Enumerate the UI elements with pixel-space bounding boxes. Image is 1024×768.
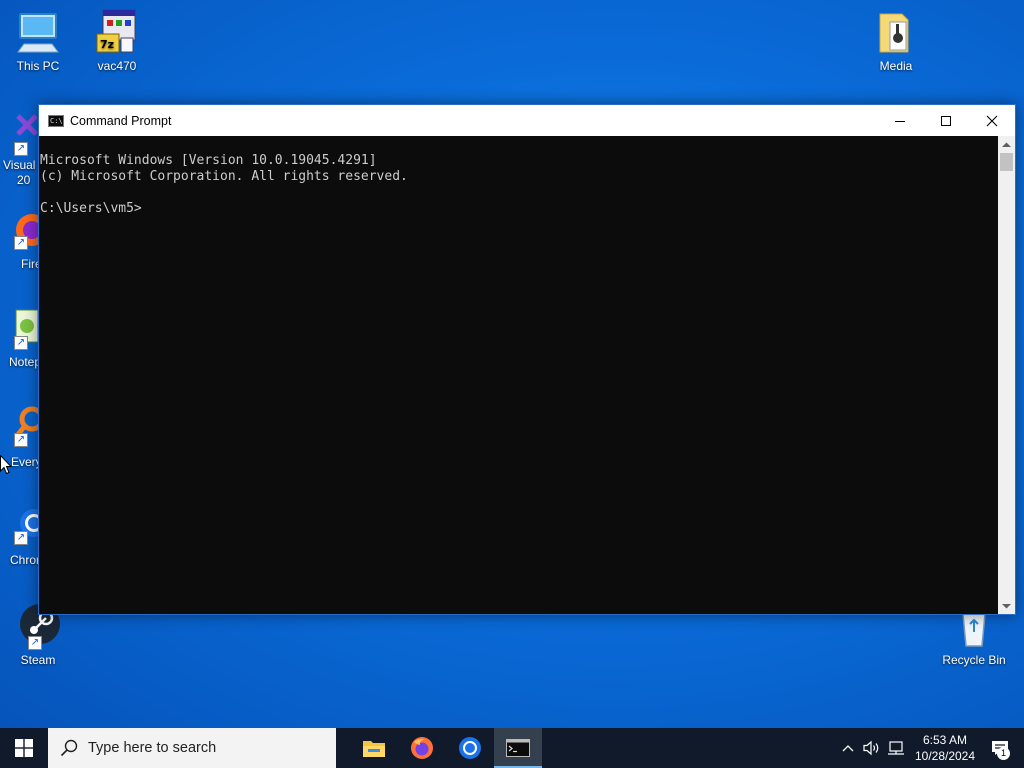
speaker-icon <box>863 740 879 756</box>
start-button[interactable] <box>0 728 48 768</box>
desktop-icon-label: Visual <box>3 158 36 172</box>
taskbar-app-chrome[interactable] <box>446 728 494 768</box>
minimize-button[interactable] <box>877 105 923 136</box>
visual-studio-icon: ↗ <box>10 108 40 156</box>
firefox-icon <box>411 737 433 759</box>
search-placeholder: Type here to search <box>88 740 217 756</box>
shortcut-arrow-icon: ↗ <box>14 236 28 250</box>
chevron-down-icon <box>1002 603 1011 608</box>
magnifier-icon: ↗ <box>10 405 45 453</box>
desktop-icon-label: This PC <box>16 59 60 73</box>
taskbar-search-box[interactable]: Type here to search <box>48 728 336 768</box>
desktop-icon-everything[interactable]: ↗ Every <box>0 405 45 469</box>
console-output[interactable]: Microsoft Windows [Version 10.0.19045.42… <box>39 136 998 614</box>
volume-button[interactable] <box>860 728 884 768</box>
command-prompt-window[interactable]: C:\ Command Prompt Microsoft Windows [Ve… <box>38 104 1016 615</box>
notepad-icon: ↗ <box>10 308 40 356</box>
console-line: (c) Microsoft Corporation. All rights re… <box>40 169 408 184</box>
close-icon <box>986 115 998 126</box>
command-prompt-icon: C:\ <box>48 114 64 127</box>
system-tray: 6:53 AM 10/28/2024 1 <box>836 728 1024 768</box>
desktop-icon-label: Media <box>879 59 913 73</box>
desktop-icon-notepad[interactable]: ↗ Notep <box>0 308 41 369</box>
desktop-icon-vac470[interactable]: 7z vac470 <box>79 8 155 73</box>
vertical-scrollbar[interactable] <box>998 136 1015 614</box>
window-title: Command Prompt <box>70 113 172 128</box>
desktop-icon-this-pc[interactable]: This PC <box>0 8 76 73</box>
monitor-icon <box>14 8 62 56</box>
maximize-button[interactable] <box>923 105 969 136</box>
notification-count-badge: 1 <box>997 747 1010 760</box>
desktop-icon-media[interactable]: Media <box>858 8 934 73</box>
taskbar-app-firefox[interactable] <box>398 728 446 768</box>
svg-text:7z: 7z <box>100 38 114 51</box>
scroll-up-button[interactable] <box>998 136 1015 153</box>
desktop: This PC 7z vac470 Media ↗ Visual 20 ↗ Fi… <box>0 0 1024 728</box>
desktop-icon-visual-studio[interactable]: ↗ Visual 20 <box>0 108 40 187</box>
network-button[interactable] <box>884 728 908 768</box>
network-icon <box>888 741 904 755</box>
maximize-icon <box>941 115 951 126</box>
desktop-icon-chrome[interactable]: ↗ Chron <box>0 503 48 567</box>
chevron-up-icon <box>1002 142 1011 147</box>
command-prompt-icon <box>506 739 530 757</box>
taskbar: Type here to search 6:53 AM 10/28/2024 1 <box>0 728 1024 768</box>
notification-center-button[interactable]: 1 <box>982 728 1018 768</box>
clock-time: 6:53 AM <box>922 733 968 747</box>
windows-logo-icon <box>15 739 33 757</box>
chrome-icon <box>459 737 481 759</box>
minimize-icon <box>895 120 905 122</box>
show-hidden-icons-button[interactable] <box>836 728 860 768</box>
shortcut-arrow-icon: ↗ <box>14 142 28 156</box>
desktop-icon-label: Steam <box>20 653 56 667</box>
folder-icon <box>872 8 920 56</box>
taskbar-app-command-prompt[interactable] <box>494 728 542 768</box>
shortcut-arrow-icon: ↗ <box>14 433 28 447</box>
clock[interactable]: 6:53 AM 10/28/2024 <box>908 732 982 764</box>
shortcut-arrow-icon: ↗ <box>14 531 28 545</box>
scrollbar-thumb[interactable] <box>1000 153 1013 171</box>
chrome-icon: ↗ <box>10 503 48 551</box>
installer-icon: 7z <box>93 8 141 56</box>
clock-date: 10/28/2024 <box>914 749 976 763</box>
desktop-icon-label: Notep <box>9 355 42 369</box>
file-explorer-icon <box>363 741 385 757</box>
search-icon <box>60 739 78 757</box>
console-line: Microsoft Windows [Version 10.0.19045.42… <box>40 153 377 168</box>
desktop-icon-label: Recycle Bin <box>942 653 1006 667</box>
firefox-icon: ↗ <box>10 210 48 258</box>
shortcut-arrow-icon: ↗ <box>28 636 42 650</box>
chevron-up-icon <box>842 745 854 752</box>
scroll-down-button[interactable] <box>998 597 1015 614</box>
taskbar-app-file-explorer[interactable] <box>350 728 398 768</box>
close-button[interactable] <box>969 105 1015 136</box>
console-prompt: C:\Users\vm5> <box>40 201 142 216</box>
desktop-icon-label: vac470 <box>97 59 137 73</box>
mouse-cursor-icon <box>0 455 12 475</box>
window-titlebar[interactable]: C:\ Command Prompt <box>39 105 1015 136</box>
desktop-icon-firefox[interactable]: ↗ Fire <box>0 210 48 271</box>
desktop-icon-label: 20 <box>17 173 31 187</box>
shortcut-arrow-icon: ↗ <box>14 336 28 350</box>
